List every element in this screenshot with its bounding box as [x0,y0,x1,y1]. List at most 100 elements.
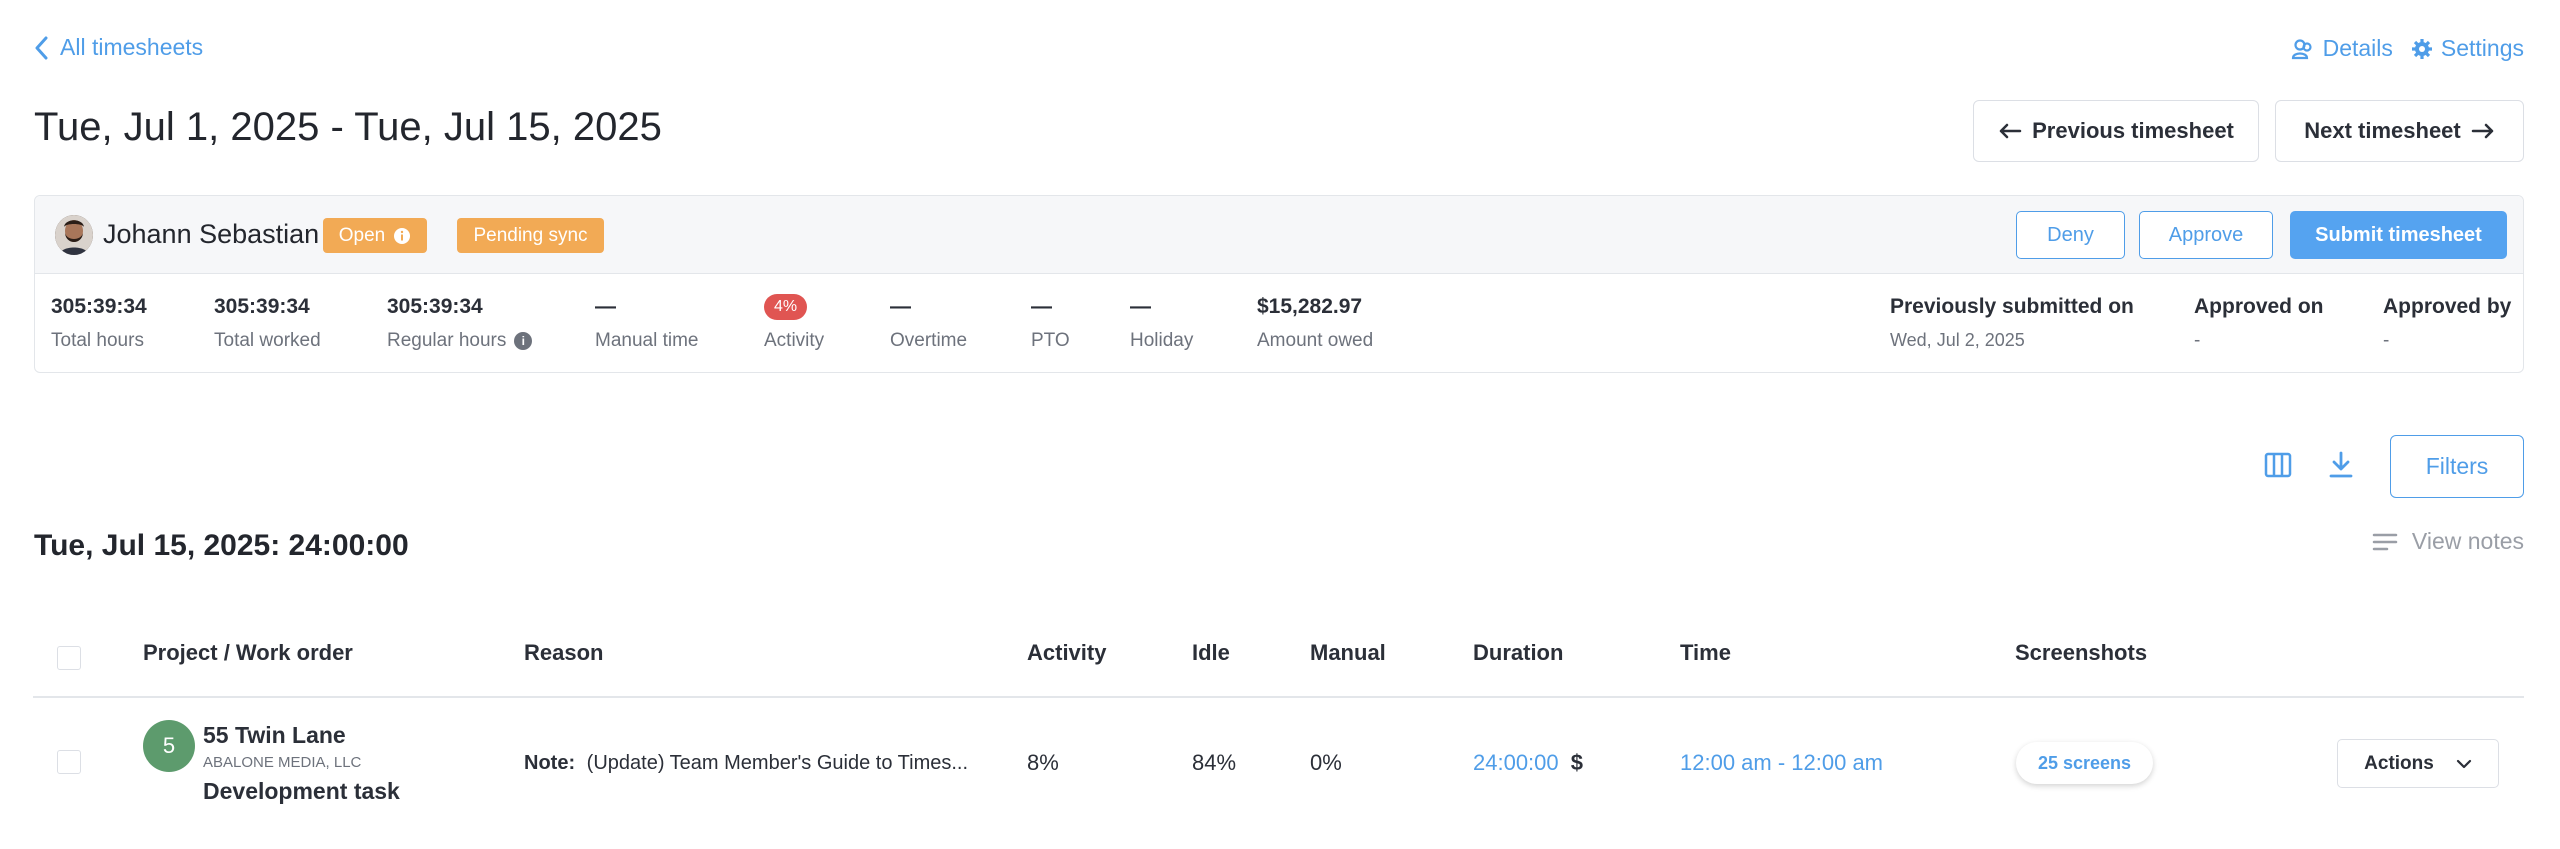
overtime-value: — [890,295,911,318]
columns-icon [2264,452,2292,478]
stat-pto: — PTO [1031,294,1070,352]
project-name[interactable]: 55 Twin Lane [203,722,346,749]
screenshots-pill[interactable]: 25 screens [2016,742,2153,784]
row-duration[interactable]: 24:00:00 $ [1473,750,1583,776]
submit-timesheet-button[interactable]: Submit timesheet [2290,211,2507,259]
chevron-down-icon [2456,759,2471,768]
total-hours-value: 305:39:34 [51,295,147,318]
table-header-divider [33,696,2524,698]
column-header-reason[interactable]: Reason [524,640,603,666]
row-manual: 0% [1310,750,1342,775]
screenshots-label: 25 screens [2037,752,2132,773]
manual-time-value: — [595,295,616,318]
amount-owed-value: $15,282.97 [1257,295,1363,318]
deny-button[interactable]: Deny [2016,211,2125,259]
holiday-value: — [1130,295,1151,318]
activity-value-pill: 4% [764,294,808,320]
info-icon [394,227,411,244]
gear-icon [2411,38,2432,59]
pto-value: — [1031,295,1052,318]
note-label: Note: [524,752,576,774]
regular-hours-value: 305:39:34 [387,295,483,318]
filters-button[interactable]: Filters [2390,435,2524,498]
chevron-left-icon [35,36,48,59]
row-time-range[interactable]: 12:00 am - 12:00 am [1680,750,1883,776]
view-notes-label: View notes [2411,528,2524,554]
next-timesheet-button[interactable]: Next timesheet [2275,100,2524,162]
arrow-right-icon [2471,123,2493,139]
project-number-avatar: 5 [143,720,195,772]
stat-total-worked: 305:39:34 Total worked [214,294,321,352]
actions-label: Actions [2364,752,2434,774]
column-header-manual[interactable]: Manual [1310,640,1386,666]
select-all-checkbox[interactable] [57,646,81,670]
actions-dropdown-button[interactable]: Actions [2337,739,2499,788]
total-worked-label: Total worked [214,330,321,351]
view-notes-button[interactable]: View notes [2372,528,2524,555]
stat-amount-owed: $15,282.97 Amount owed [1257,294,1373,352]
page-title: Tue, Jul 1, 2025 - Tue, Jul 15, 2025 [34,105,662,149]
filters-label: Filters [2425,453,2489,479]
settings-link[interactable]: Settings [2411,35,2524,62]
notes-lines-icon [2372,533,2398,550]
users-icon [2291,38,2312,59]
previously-submitted-label: Previously submitted on [1890,295,2134,318]
duration-value[interactable]: 24:00:00 [1473,750,1559,775]
user-name: Johann Sebastian [103,219,320,249]
columns-toggle-button[interactable] [2264,452,2292,483]
download-icon [2329,451,2353,478]
billable-dollar-icon: $ [1570,750,1584,775]
task-name: Development task [203,778,400,804]
row-activity: 8% [1027,750,1059,775]
previous-timesheet-button[interactable]: Previous timesheet [1973,100,2259,162]
avatar [55,215,93,255]
column-header-duration[interactable]: Duration [1473,640,1563,666]
back-to-all-timesheets-link[interactable]: All timesheets [34,34,203,61]
column-header-screenshots[interactable]: Screenshots [2015,640,2147,666]
sync-badge: Pending sync [457,218,604,253]
arrow-left-icon [1999,123,2022,139]
activity-label: Activity [764,330,825,351]
note-text: (Update) Team Member's Guide to Times... [586,752,969,774]
status-badge-label: Open [338,224,386,246]
timesheet-summary-panel: Johann Sebastian Open Pending sync Deny … [34,195,2524,373]
approved-on-value: - [2194,330,2201,351]
column-header-idle[interactable]: Idle [1192,640,1230,666]
day-title: Tue, Jul 15, 2025: 24:00:00 [34,529,409,562]
approve-button[interactable]: Approve [2139,211,2273,259]
total-worked-value: 305:39:34 [214,295,310,318]
amount-owed-label: Amount owed [1257,330,1374,351]
column-header-project[interactable]: Project / Work order [143,640,353,666]
approved-by: Approved by - [2383,294,2511,352]
approved-on: Approved on - [2194,294,2324,352]
download-button[interactable] [2328,451,2354,484]
stat-holiday: — Holiday [1130,294,1193,352]
previously-submitted-value: Wed, Jul 2, 2025 [1890,330,2025,350]
summary-header: Johann Sebastian Open Pending sync Deny … [35,196,2523,274]
previous-timesheet-label: Previous timesheet [2032,118,2234,143]
status-badge[interactable]: Open [323,218,427,253]
approved-by-label: Approved by [2383,295,2512,318]
info-icon[interactable]: i [514,332,533,350]
regular-hours-label-row: Regular hours i [387,330,533,352]
stat-overtime: — Overtime [890,294,967,352]
manual-time-label: Manual time [595,330,699,351]
back-link-label: All timesheets [60,34,204,60]
next-timesheet-label: Next timesheet [2304,118,2461,143]
approved-on-label: Approved on [2194,295,2324,318]
details-link[interactable]: Details [2291,35,2393,62]
column-header-time[interactable]: Time [1680,640,1731,666]
previously-submitted: Previously submitted on Wed, Jul 2, 2025 [1890,294,2134,351]
row-checkbox[interactable] [57,750,81,774]
holiday-label: Holiday [1130,330,1194,351]
column-header-activity[interactable]: Activity [1027,640,1106,666]
reason-note: Note: (Update) Team Member's Guide to Ti… [524,752,968,775]
settings-label: Settings [2440,35,2524,61]
details-label: Details [2322,35,2393,61]
sync-badge-label: Pending sync [473,224,588,246]
overtime-label: Overtime [890,330,968,351]
client-name: ABALONE MEDIA, LLC [203,754,362,771]
top-right-links: Details Settings [2291,35,2524,62]
deny-label: Deny [2047,223,2094,246]
total-hours-label: Total hours [51,330,144,351]
